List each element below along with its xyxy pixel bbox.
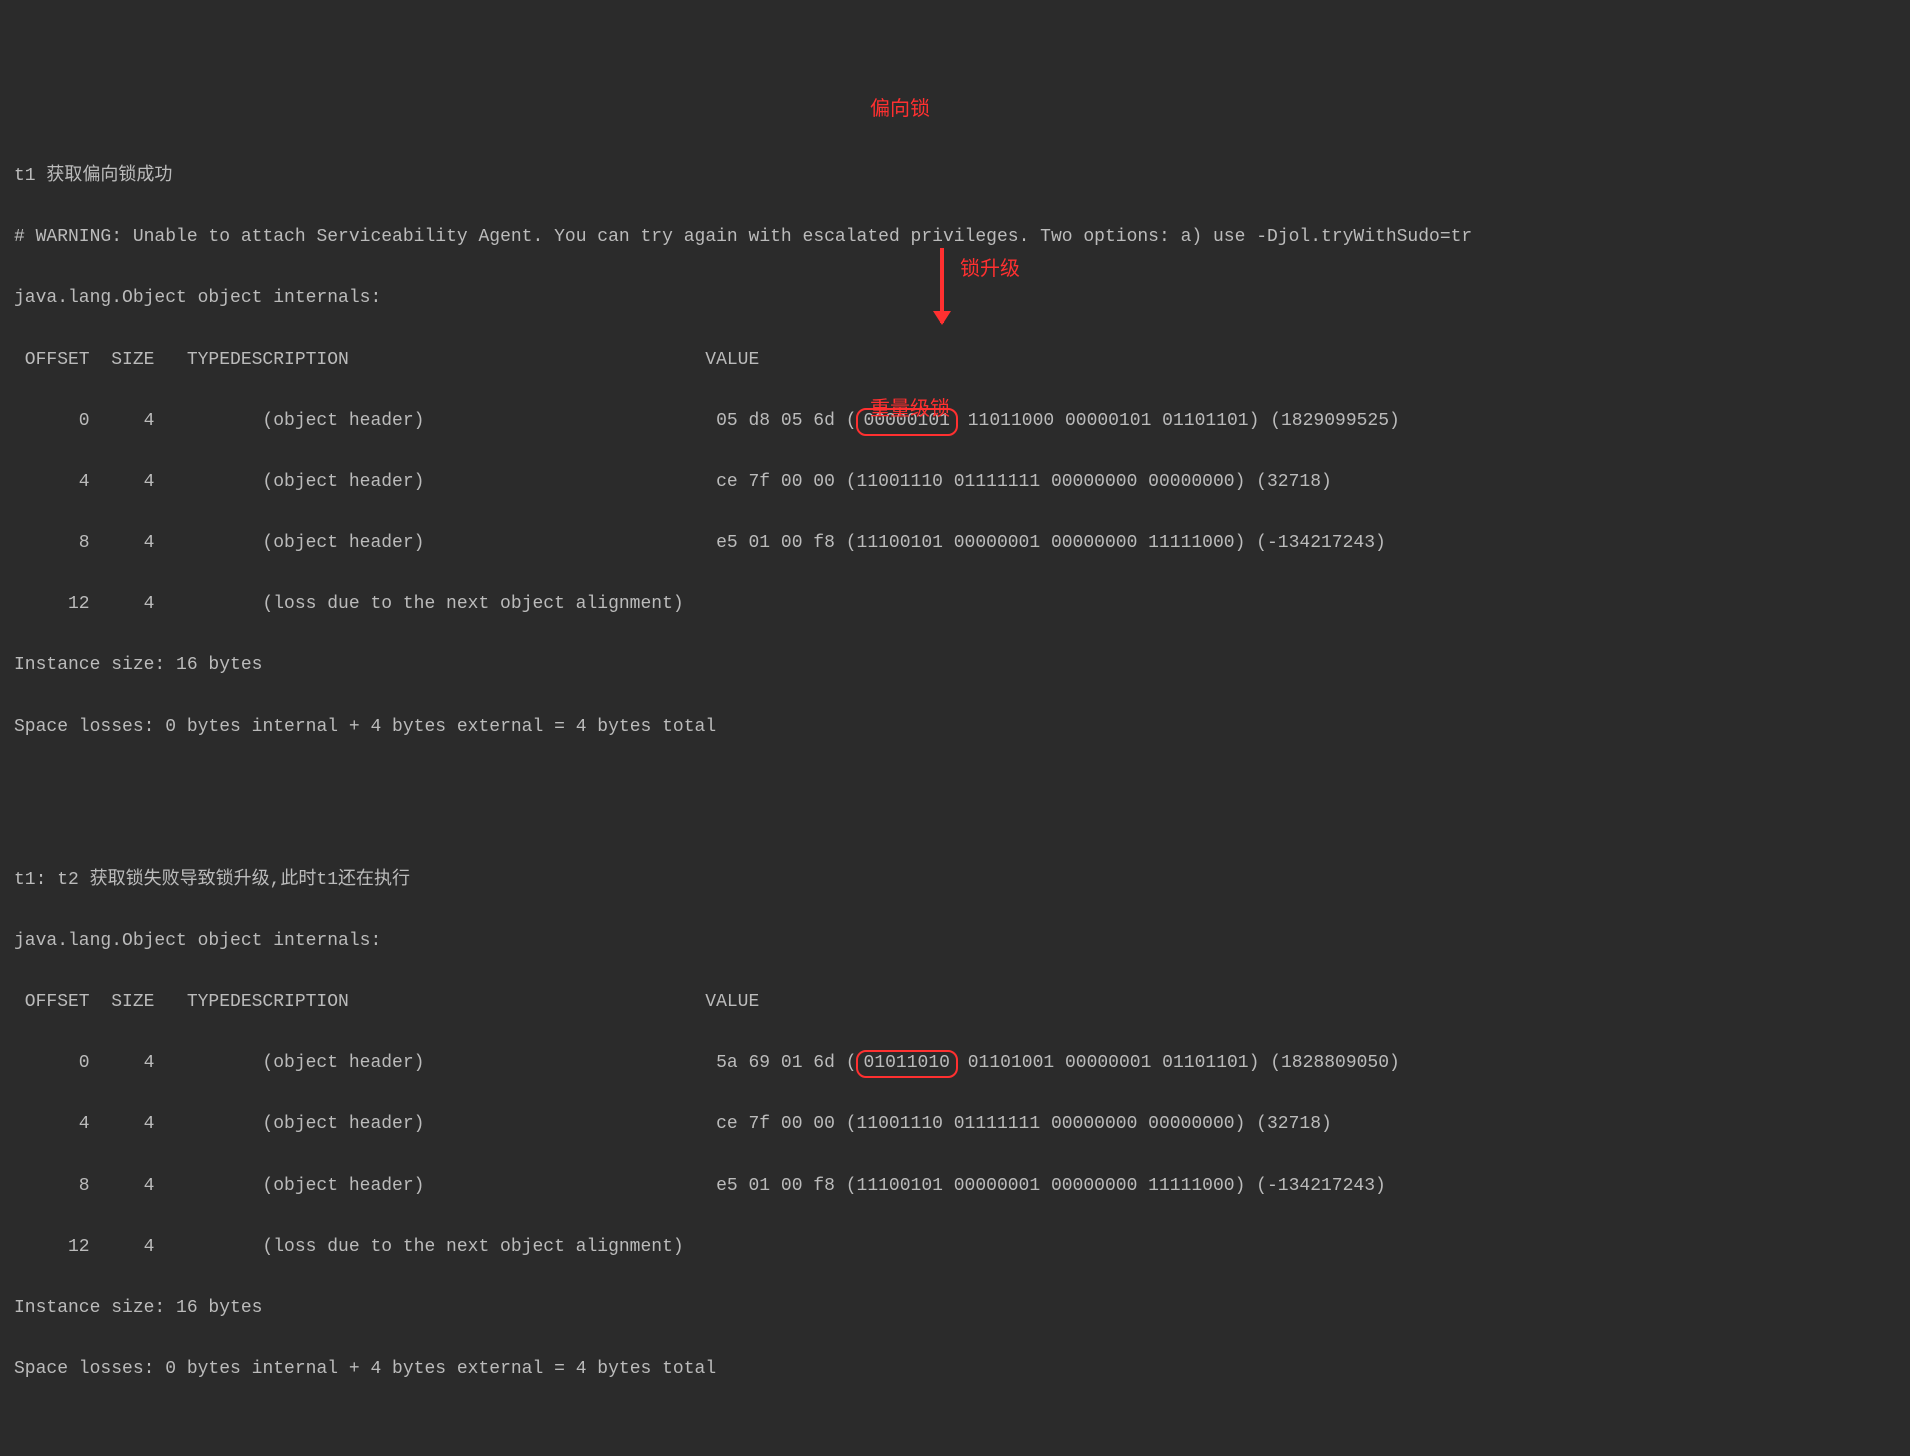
cell-rest: (11001110 01111111 00000000 00000000) (3… — [846, 1109, 1332, 1140]
table-row: 84 (object header)e5 01 00 f8 (11100101 … — [14, 1171, 1896, 1202]
cell-desc: (object header) — [262, 1048, 716, 1079]
annotation-heavy-lock: 重量级锁 — [870, 392, 950, 426]
cell-hex: 5a 69 01 6d — [716, 1048, 846, 1079]
cell-desc: (object header) — [262, 467, 716, 498]
cell-desc: (object header) — [262, 528, 716, 559]
cell-offset: 4 — [14, 1109, 90, 1140]
hdr-value: VALUE — [705, 987, 759, 1018]
blank-line — [14, 773, 1896, 804]
cell-hex: ce 7f 00 00 — [716, 1109, 846, 1140]
cell-desc: (object header) — [262, 406, 716, 437]
table-row: 84 (object header)e5 01 00 f8 (11100101 … — [14, 528, 1896, 559]
cell-rest: 11011000 00000101 01101101) (1829099525) — [957, 406, 1400, 437]
cell-hex: e5 01 00 f8 — [716, 528, 846, 559]
cell-size: 4 — [90, 1109, 155, 1140]
table-row: 04 (object header)05 d8 05 6d (00000101 … — [14, 406, 1896, 437]
cell-rest: 01101001 00000001 01101101) (1828809050) — [957, 1048, 1400, 1079]
cell-offset: 4 — [14, 467, 90, 498]
block1-title: t1 获取偏向锁成功 — [14, 161, 1896, 192]
annotation-biased-lock: 偏向锁 — [870, 92, 930, 126]
cell-offset: 0 — [14, 406, 90, 437]
cell-size: 4 — [90, 1171, 155, 1202]
hdr-size: SIZE — [90, 987, 155, 1018]
cell-offset: 12 — [14, 1232, 90, 1263]
block1-instance-size: Instance size: 16 bytes — [14, 650, 1896, 681]
cell-offset: 8 — [14, 1171, 90, 1202]
cell-size: 4 — [90, 528, 155, 559]
block1-internals: java.lang.Object object internals: — [14, 283, 1896, 314]
hdr-desc: DESCRIPTION — [230, 987, 705, 1018]
hdr-size: SIZE — [90, 345, 155, 376]
block2-instance-size: Instance size: 16 bytes — [14, 1293, 1896, 1324]
block2-internals: java.lang.Object object internals: — [14, 926, 1896, 957]
paren-open: ( — [846, 1053, 857, 1073]
cell-hex: 05 d8 05 6d — [716, 406, 846, 437]
cell-rest: (11100101 00000001 00000000 11111000) (-… — [846, 1171, 1386, 1202]
cell-size: 4 — [90, 1048, 155, 1079]
cell-offset: 12 — [14, 589, 90, 620]
cell-size: 4 — [90, 1232, 155, 1263]
cell-hex: ce 7f 00 00 — [716, 467, 846, 498]
block1-space-losses: Space losses: 0 bytes internal + 4 bytes… — [14, 712, 1896, 743]
paren-open: ( — [846, 411, 857, 431]
cell-desc: (loss due to the next object alignment) — [262, 1232, 716, 1263]
hdr-value: VALUE — [705, 345, 759, 376]
cell-size: 4 — [90, 467, 155, 498]
hdr-offset: OFFSET — [14, 987, 90, 1018]
cell-size: 4 — [90, 589, 155, 620]
hdr-type: TYPE — [176, 987, 230, 1018]
cell-desc: (object header) — [262, 1109, 716, 1140]
heavy-lock-bits: 01011010 — [856, 1050, 958, 1078]
hdr-offset: OFFSET — [14, 345, 90, 376]
block2-title: t1: t2 获取锁失败导致锁升级,此时t1还在执行 — [14, 865, 1896, 896]
cell-offset: 0 — [14, 1048, 90, 1079]
block2-space-losses: Space losses: 0 bytes internal + 4 bytes… — [14, 1354, 1896, 1385]
table-row: 44 (object header)ce 7f 00 00 (11001110 … — [14, 1109, 1896, 1140]
cell-offset: 8 — [14, 528, 90, 559]
cell-size: 4 — [90, 406, 155, 437]
block1-header-row: OFFSET SIZE TYPEDESCRIPTIONVALUE — [14, 345, 1896, 376]
hdr-type: TYPE — [176, 345, 230, 376]
table-row: 124 (loss due to the next object alignme… — [14, 1232, 1896, 1263]
block2-header-row: OFFSET SIZE TYPEDESCRIPTIONVALUE — [14, 987, 1896, 1018]
hdr-desc: DESCRIPTION — [230, 345, 705, 376]
cell-desc: (loss due to the next object alignment) — [262, 589, 716, 620]
arrow-down-icon — [940, 248, 944, 323]
cell-hex: e5 01 00 f8 — [716, 1171, 846, 1202]
table-row: 124 (loss due to the next object alignme… — [14, 589, 1896, 620]
cell-rest: (11100101 00000001 00000000 11111000) (-… — [846, 528, 1386, 559]
cell-rest: (11001110 01111111 00000000 00000000) (3… — [846, 467, 1332, 498]
table-row: 44 (object header)ce 7f 00 00 (11001110 … — [14, 467, 1896, 498]
annotation-lock-upgrade: 锁升级 — [960, 252, 1020, 286]
table-row: 04 (object header)5a 69 01 6d (01011010 … — [14, 1048, 1896, 1079]
warning-line: # WARNING: Unable to attach Serviceabili… — [14, 222, 1896, 253]
cell-desc: (object header) — [262, 1171, 716, 1202]
